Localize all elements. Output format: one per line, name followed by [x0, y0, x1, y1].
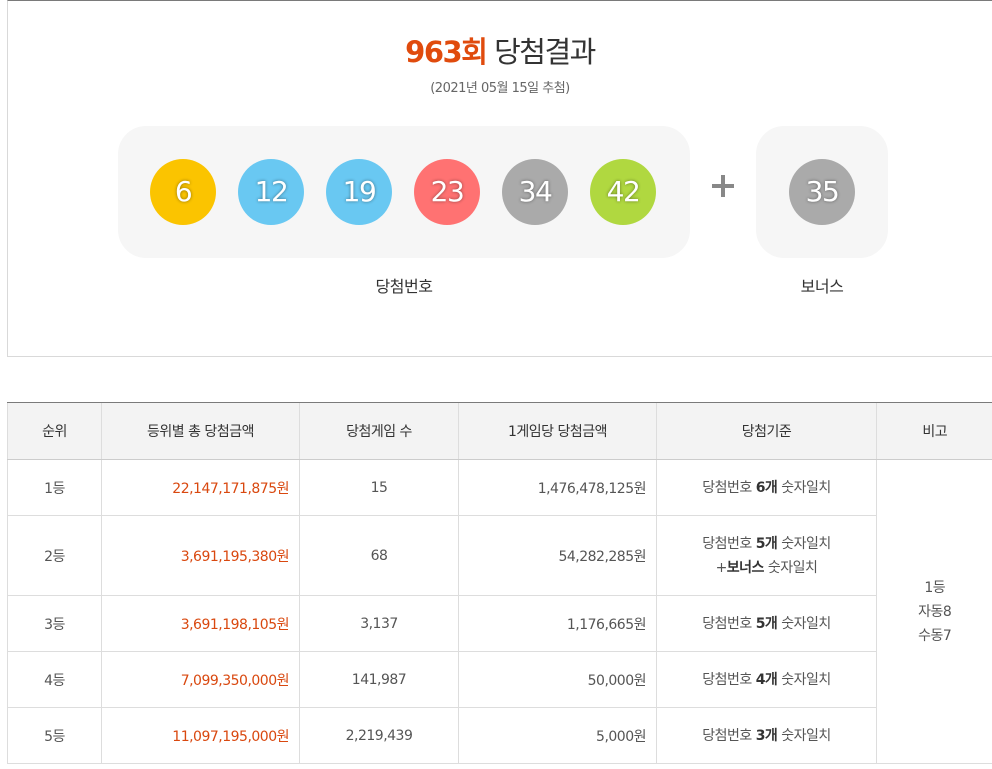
rank-cell: 3등 — [7, 595, 102, 652]
criteria-text: 당첨번호 — [702, 615, 756, 632]
header-prize-per-game: 1게임당 당첨금액 — [458, 402, 657, 460]
winner-count-cell: 68 — [299, 515, 459, 596]
criteria-cell: 당첨번호 5개 숫자일치 — [656, 595, 877, 652]
table-row: 1등 22,147,171,875원 15 1,476,478,125원 당첨번… — [7, 459, 992, 764]
prize-table-header: 순위 등위별 총 당첨금액 당첨게임 수 1게임당 당첨금액 당첨기준 비고 — [7, 402, 992, 460]
winning-ball-1: 6 — [150, 159, 216, 225]
table-row: 2등 3,691,195,380원 68 54,282,285원 당첨번호 5개… — [7, 515, 992, 596]
table-row: 5등 11,097,195,000원 2,219,439 5,000원 당첨번호… — [7, 707, 992, 764]
total-prize-cell: 7,099,350,000원 — [101, 651, 300, 708]
criteria-text: 당첨번호 — [702, 479, 756, 496]
criteria-suffix: 숫자일치 — [777, 671, 831, 688]
criteria-text: 당첨번호 — [702, 671, 756, 688]
total-prize-cell: 3,691,198,105원 — [101, 595, 300, 652]
criteria-cell: 당첨번호 5개 숫자일치 +보너스 숫자일치 — [656, 515, 877, 596]
criteria-text: 당첨번호 — [702, 727, 756, 744]
prize-per-game-cell: 5,000원 — [458, 707, 657, 764]
header-total-prize: 등위별 총 당첨금액 — [101, 402, 300, 460]
table-row: 4등 7,099,350,000원 141,987 50,000원 당첨번호 4… — [7, 651, 992, 708]
criteria-count: 6개 — [755, 479, 778, 496]
criteria-count: 5개 — [755, 535, 778, 552]
bonus-label: 보너스 — [800, 277, 844, 296]
bonus-ball: 35 — [789, 159, 855, 225]
criteria-suffix: 숫자일치 — [777, 479, 831, 496]
note-cell: 1등 자동8 수동7 — [876, 459, 992, 764]
prize-table: 순위 등위별 총 당첨금액 당첨게임 수 1게임당 당첨금액 당첨기준 비고 1… — [7, 402, 992, 764]
header-criteria: 당첨기준 — [656, 402, 877, 460]
winner-count-cell: 3,137 — [299, 595, 459, 652]
title-suffix: 당첨결과 — [486, 35, 596, 69]
note-manual-count: 수동7 — [918, 627, 952, 644]
rank-cell: 4등 — [7, 651, 102, 708]
plus-icon — [708, 171, 738, 201]
winner-count-cell: 141,987 — [299, 651, 459, 708]
criteria-cell: 당첨번호 3개 숫자일치 — [656, 707, 877, 764]
prize-per-game-cell: 1,176,665원 — [458, 595, 657, 652]
criteria-cell: 당첨번호 4개 숫자일치 — [656, 651, 877, 708]
criteria-suffix: 숫자일치 — [763, 559, 818, 576]
winning-numbers-label: 당첨번호 — [375, 277, 433, 296]
criteria-cell: 당첨번호 6개 숫자일치 — [656, 459, 877, 516]
rank-cell: 2등 — [7, 515, 102, 596]
note-auto-count: 자동8 — [918, 603, 952, 620]
rank-cell: 5등 — [7, 707, 102, 764]
criteria-plus: + — [715, 559, 728, 576]
rank-cell: 1등 — [7, 459, 102, 516]
winning-ball-4: 23 — [414, 159, 480, 225]
note-rank: 1등 — [924, 579, 946, 596]
winning-numbers-panel: 6 12 19 23 34 42 — [118, 126, 690, 258]
draw-result-panel: 963회 당첨결과 (2021년 05월 15일 추첨) 6 12 19 23 … — [7, 0, 992, 357]
winning-ball-2: 12 — [238, 159, 304, 225]
criteria-count: 3개 — [755, 727, 778, 744]
draw-date: (2021년 05월 15일 추첨) — [430, 81, 570, 96]
header-winner-count: 당첨게임 수 — [299, 402, 459, 460]
table-row: 3등 3,691,198,105원 3,137 1,176,665원 당첨번호 … — [7, 595, 992, 652]
winning-ball-5: 34 — [502, 159, 568, 225]
criteria-bonus: 보너스 — [726, 559, 765, 576]
total-prize-cell: 11,097,195,000원 — [101, 707, 300, 764]
criteria-suffix: 숫자일치 — [777, 727, 831, 744]
criteria-text: 당첨번호 — [702, 535, 756, 552]
total-prize-cell: 3,691,195,380원 — [101, 515, 300, 596]
bonus-number-panel: 35 — [756, 126, 888, 258]
draw-result-title: 963회 당첨결과 — [8, 29, 992, 71]
total-prize-cell: 22,147,171,875원 — [101, 459, 300, 516]
header-rank: 순위 — [7, 402, 102, 460]
winner-count-cell: 15 — [299, 459, 459, 516]
winning-ball-3: 19 — [326, 159, 392, 225]
header-note: 비고 — [876, 402, 992, 460]
criteria-count: 5개 — [755, 615, 778, 632]
prize-per-game-cell: 1,476,478,125원 — [458, 459, 657, 516]
prize-per-game-cell: 54,282,285원 — [458, 515, 657, 596]
criteria-suffix: 숫자일치 — [777, 535, 831, 552]
criteria-suffix: 숫자일치 — [777, 615, 831, 632]
criteria-count: 4개 — [755, 671, 778, 688]
winning-ball-6: 42 — [590, 159, 656, 225]
prize-per-game-cell: 50,000원 — [458, 651, 657, 708]
winner-count-cell: 2,219,439 — [299, 707, 459, 764]
round-number: 963회 — [405, 35, 488, 69]
